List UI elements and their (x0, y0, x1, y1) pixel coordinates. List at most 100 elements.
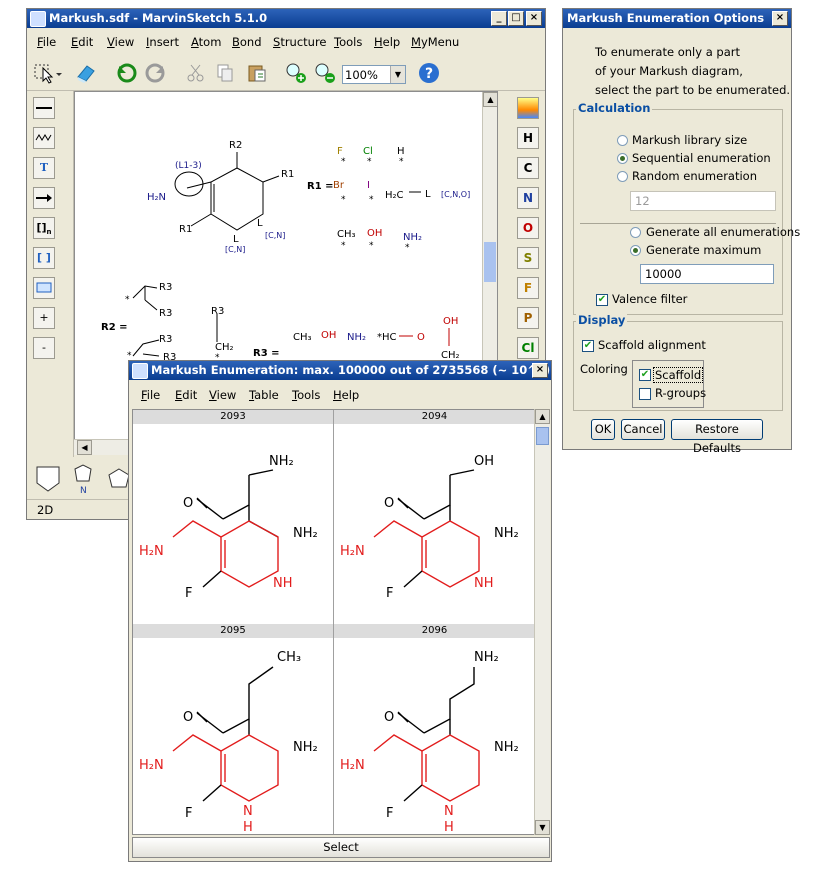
molecule-cell[interactable]: NH₂ O NH₂ H₂N F NH (133, 425, 333, 623)
maximize-button[interactable]: □ (508, 11, 524, 26)
radio-library-size[interactable] (617, 135, 628, 146)
label-h2n: H₂N (147, 192, 166, 203)
results-vertical-scrollbar[interactable]: ▲ ▼ (534, 409, 550, 835)
cut-icon[interactable] (185, 62, 207, 84)
chevron-down-icon[interactable]: ▼ (390, 66, 405, 83)
enum-menu-help[interactable]: Help (333, 388, 359, 402)
coloring-label: Coloring (580, 362, 628, 376)
copy-icon[interactable] (214, 62, 236, 84)
menu-edit[interactable]: Edit (71, 35, 93, 49)
cell-header: 2094 (334, 410, 535, 424)
bracket-tool[interactable]: [ ] (33, 247, 55, 269)
mol-f: F (386, 806, 393, 821)
arrow-tool[interactable] (33, 187, 55, 209)
increase-charge-tool[interactable]: + (33, 307, 55, 329)
restore-defaults-button[interactable]: Restore Defaults (671, 419, 763, 455)
menu-insert[interactable]: Insert (146, 35, 179, 49)
molecule-cell[interactable]: CH₃ O NH₂ H₂N F N H (133, 639, 333, 835)
atom-h-button[interactable]: H (517, 127, 539, 149)
enum-close-button[interactable]: × (532, 363, 548, 378)
mol-h2n: H₂N (340, 544, 365, 559)
zoom-in-icon[interactable] (285, 62, 307, 84)
scroll-up-arrow[interactable]: ▲ (535, 409, 550, 424)
help-icon[interactable]: ? (418, 62, 440, 84)
enum-titlebar[interactable]: Markush Enumeration: max. 100000 out of … (129, 361, 551, 380)
molecule-cell[interactable]: OH O NH₂ H₂N F NH (334, 425, 534, 623)
atom-o-button[interactable]: O (517, 217, 539, 239)
atom-p-button[interactable]: P (517, 307, 539, 329)
select-arrow-icon[interactable] (33, 62, 62, 84)
select-button[interactable]: Select (132, 837, 550, 858)
scroll-down-arrow[interactable]: ▼ (535, 820, 550, 835)
atom-s-button[interactable]: S (517, 247, 539, 269)
close-button[interactable]: × (526, 11, 542, 26)
mol-n: N (243, 804, 253, 819)
redo-icon[interactable] (144, 62, 166, 84)
mol-h2n: H₂N (340, 758, 365, 773)
random-count-field[interactable]: 12 (630, 191, 776, 211)
text-tool[interactable]: T (33, 157, 55, 179)
label-i: I (367, 180, 370, 191)
scroll-up-arrow[interactable]: ▲ (483, 92, 497, 107)
paste-icon[interactable] (246, 62, 268, 84)
scroll-thumb[interactable] (484, 242, 496, 282)
atom-c-button[interactable]: C (517, 157, 539, 179)
chain-tool[interactable] (33, 127, 55, 149)
decrease-charge-tool[interactable]: - (33, 337, 55, 359)
menu-atom[interactable]: Atom (191, 35, 221, 49)
enum-menu-table[interactable]: Table (249, 388, 279, 402)
radio-generate-all[interactable] (630, 227, 641, 238)
enum-menu-tools[interactable]: Tools (292, 388, 320, 402)
main-titlebar[interactable]: Markush.sdf - MarvinSketch 5.1.0 _ □ × (27, 9, 545, 28)
main-title: Markush.sdf - MarvinSketch 5.1.0 (49, 11, 268, 25)
menu-file[interactable]: File (37, 35, 56, 49)
minimize-button[interactable]: _ (491, 11, 507, 26)
atom-cl-button[interactable]: Cl (517, 337, 539, 359)
menu-mymenu[interactable]: MyMenu (411, 35, 459, 49)
enum-menu-view[interactable]: View (209, 388, 236, 402)
app-icon (30, 11, 46, 27)
coloring-rgroups-checkbox[interactable] (639, 388, 651, 400)
enum-menu-file[interactable]: File (141, 388, 160, 402)
zoom-combobox[interactable]: 100% ▼ (342, 65, 406, 84)
label-f: F (337, 146, 343, 157)
atom-f-button[interactable]: F (517, 277, 539, 299)
valence-filter-checkbox[interactable]: ✔ (596, 294, 608, 306)
menu-view[interactable]: View (107, 35, 134, 49)
enum-menu-edit[interactable]: Edit (175, 388, 197, 402)
display-legend: Display (576, 313, 628, 327)
enum-menubar: File Edit View Table Tools Help (129, 385, 551, 405)
menu-bond[interactable]: Bond (232, 35, 262, 49)
scaffold-alignment-checkbox[interactable]: ✔ (582, 340, 594, 352)
sgroup-bracket-tool[interactable]: []n (33, 217, 55, 239)
cancel-button[interactable]: Cancel (621, 419, 665, 440)
max-value-field[interactable]: 10000 (640, 264, 774, 284)
scroll-thumb[interactable] (536, 427, 549, 445)
single-bond-tool[interactable] (33, 97, 55, 119)
eraser-icon[interactable] (75, 62, 97, 84)
mol-top-label: NH₂ (269, 454, 294, 469)
coloring-scaffold-checkbox[interactable]: ✔ (639, 369, 651, 381)
scroll-left-arrow[interactable]: ◀ (77, 440, 92, 455)
cyclopentane-template-icon (108, 468, 130, 488)
rectangle-tool[interactable] (33, 277, 55, 299)
atom-n-button[interactable]: N (517, 187, 539, 209)
menu-tools[interactable]: Tools (334, 35, 362, 49)
left-tool-palette: T []n [ ] + - (27, 91, 74, 461)
radio-sequential[interactable] (617, 153, 628, 164)
menu-structure[interactable]: Structure (273, 35, 327, 49)
mol-o: O (384, 496, 394, 511)
menu-help[interactable]: Help (374, 35, 400, 49)
calculation-group: Calculation Markush library size Sequent… (573, 101, 800, 315)
options-close-button[interactable]: × (772, 11, 788, 26)
label-l-b: L (257, 218, 263, 229)
molecule-cell[interactable]: NH₂ O NH₂ H₂N F N H (334, 639, 534, 835)
radio-generate-max[interactable] (630, 245, 641, 256)
zoom-out-icon[interactable] (314, 62, 336, 84)
undo-icon[interactable] (116, 62, 138, 84)
options-titlebar[interactable]: Markush Enumeration Options × (563, 9, 791, 28)
periodic-table-icon[interactable] (517, 97, 539, 119)
label-r2-eq: R2 = (101, 322, 128, 333)
radio-random[interactable] (617, 171, 628, 182)
ok-button[interactable]: OK (591, 419, 615, 440)
